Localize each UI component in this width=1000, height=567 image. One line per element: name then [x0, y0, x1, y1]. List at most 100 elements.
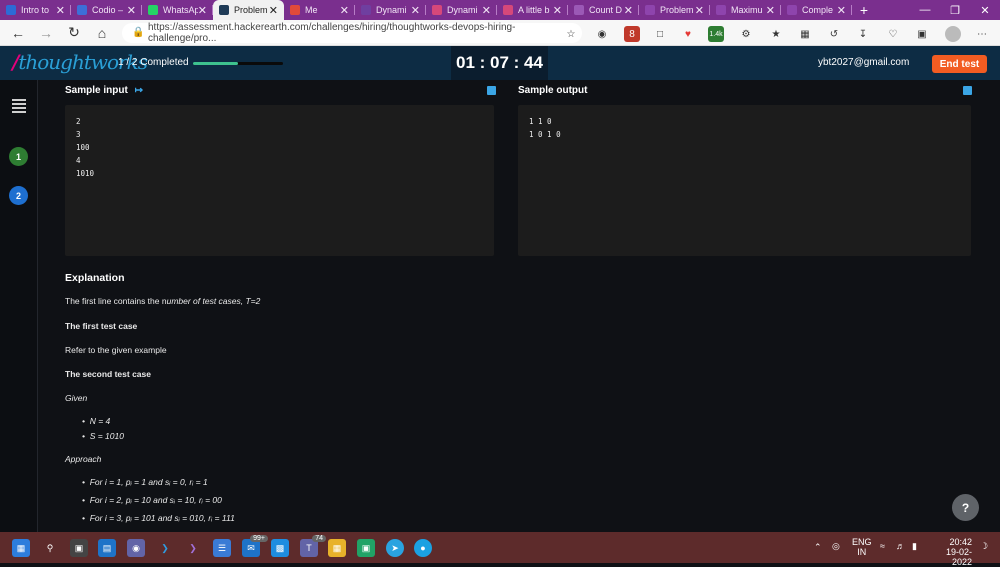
close-window-icon[interactable]: ✕	[970, 0, 1000, 20]
extension-badge-icon[interactable]: 1.4k	[708, 26, 724, 42]
tab-close-icon[interactable]: ✕	[56, 4, 65, 17]
question-2-button[interactable]: 2	[9, 186, 28, 205]
tab-close-icon[interactable]: ✕	[269, 4, 278, 17]
notepad-icon[interactable]: ☰	[213, 539, 231, 557]
tab-favicon-icon	[787, 5, 797, 15]
performance-icon[interactable]: ♡	[885, 26, 901, 42]
tray-chevron-icon[interactable]: ⌃	[814, 542, 822, 553]
copy-output-icon[interactable]	[963, 86, 972, 95]
first-case-description: Refer to the given example	[65, 345, 167, 355]
open-external-icon[interactable]: ↦	[135, 85, 143, 96]
tab-close-icon[interactable]: ✕	[837, 4, 846, 17]
tab-close-icon[interactable]: ✕	[340, 4, 349, 17]
volume-icon[interactable]: ♬	[896, 541, 905, 551]
tab-favicon-icon	[361, 5, 371, 15]
restore-icon[interactable]: ❐	[940, 0, 970, 20]
teams-icon[interactable]: T 74	[300, 535, 326, 557]
tab-close-icon[interactable]: ✕	[127, 4, 136, 17]
tab-title: Problem	[234, 5, 268, 15]
browser-tab[interactable]: Maximu ✕	[710, 0, 781, 20]
minimize-icon[interactable]: —	[910, 0, 940, 20]
browser-tab[interactable]: Count D ✕	[568, 0, 639, 20]
favorite-star-icon[interactable]: ☆	[563, 26, 579, 42]
progress-label: 1 / 2 Completed	[118, 57, 189, 68]
tab-close-icon[interactable]: ✕	[198, 4, 207, 17]
help-button[interactable]: ?	[952, 494, 979, 521]
tab-favicon-icon	[77, 5, 87, 15]
mail-icon[interactable]: ✉ 99+	[242, 535, 268, 557]
tab-favicon-icon	[6, 5, 16, 15]
browser-tab[interactable]: WhatsAp ✕	[142, 0, 213, 20]
reload-icon[interactable]: ↻	[60, 20, 88, 46]
shield-extension-icon[interactable]: ♥	[680, 26, 696, 42]
browser-tab[interactable]: Problem ✕	[213, 0, 284, 20]
tab-favicon-icon	[574, 5, 584, 15]
tab-close-icon[interactable]: ✕	[695, 4, 704, 17]
browser-tab[interactable]: Codio – ✕	[71, 0, 142, 20]
tab-close-icon[interactable]: ✕	[553, 4, 562, 17]
browser-tab[interactable]: Dynami ✕	[426, 0, 497, 20]
tab-title: Dynami	[376, 5, 407, 15]
lock-icon: 🔒	[132, 27, 145, 38]
edge-browser-icon[interactable]: ●	[414, 539, 432, 557]
widgets-icon[interactable]: ▤	[98, 539, 116, 557]
microphone-icon[interactable]: ◎	[832, 541, 840, 552]
search-icon[interactable]: ⚲	[41, 539, 59, 557]
pycharm-icon[interactable]: ▣	[357, 539, 375, 557]
url-field[interactable]: 🔒 https://assessment.hackerearth.com/cha…	[122, 22, 582, 44]
tab-close-icon[interactable]: ✕	[482, 4, 491, 17]
telegram-icon[interactable]: ➤	[386, 539, 404, 557]
browser-tab[interactable]: A little b ✕	[497, 0, 568, 20]
incognito-extension-icon[interactable]: ◉	[594, 26, 610, 42]
collections-icon[interactable]: ▦	[797, 26, 813, 42]
back-icon[interactable]: ←	[4, 20, 32, 46]
file-explorer-icon[interactable]: ▦	[328, 539, 346, 557]
more-menu-icon[interactable]: ⋯	[974, 26, 990, 42]
given-item-text: S = 1010	[89, 431, 124, 441]
pocket-extension-icon[interactable]: □	[652, 26, 668, 42]
first-case-heading: The first test case	[65, 321, 138, 331]
ublock-extension-icon[interactable]: 8	[624, 26, 640, 42]
favorites-icon[interactable]: ★	[768, 26, 784, 42]
home-icon[interactable]: ⌂	[88, 20, 116, 46]
browser-tab[interactable]: Problem ✕	[639, 0, 710, 20]
hamburger-menu-icon[interactable]	[12, 99, 26, 113]
sample-input-box: 2 3 100 4 1010	[65, 105, 494, 256]
visual-studio-icon[interactable]: ❯	[184, 539, 202, 557]
copy-input-icon[interactable]	[487, 86, 496, 95]
tab-close-icon[interactable]: ✕	[411, 4, 420, 17]
browser-tab[interactable]: Comple ✕	[781, 0, 852, 20]
history-icon[interactable]: ↺	[826, 26, 842, 42]
download-icon[interactable]: ↧	[855, 26, 871, 42]
end-test-button[interactable]: End test	[932, 55, 987, 73]
progress-bar	[193, 62, 283, 65]
question-1-button[interactable]: 1	[9, 147, 28, 166]
new-tab-button[interactable]: +	[852, 2, 876, 18]
wifi-icon[interactable]: ≈	[880, 541, 885, 551]
tab-close-icon[interactable]: ✕	[624, 4, 633, 17]
forward-icon[interactable]: →	[32, 20, 60, 46]
task-view-icon[interactable]: ▣	[70, 539, 88, 557]
profile-avatar-icon[interactable]	[945, 26, 961, 42]
language-indicator[interactable]: ENG IN	[852, 537, 872, 557]
browser-tab[interactable]: Dynami ✕	[355, 0, 426, 20]
store-icon[interactable]: ▩	[271, 539, 289, 557]
battery-icon[interactable]: ▮	[912, 541, 917, 552]
sample-output-line: 1 1 0	[529, 117, 552, 126]
windows-start-icon[interactable]: ▦	[12, 539, 30, 557]
given-item-text: N = 4	[89, 416, 111, 426]
sample-input-line: 2	[76, 117, 81, 126]
tab-favicon-icon	[716, 5, 726, 15]
browser-tab[interactable]: Me ✕	[284, 0, 355, 20]
extensions-puzzle-icon[interactable]: ⚙	[738, 26, 754, 42]
tab-title: A little b	[518, 5, 550, 15]
workspaces-icon[interactable]: ▣	[914, 26, 930, 42]
notifications-icon[interactable]: ☽	[980, 541, 988, 552]
tab-title: Comple	[802, 5, 834, 15]
teams-chat-icon[interactable]: ◉	[127, 539, 145, 557]
tab-close-icon[interactable]: ✕	[766, 4, 775, 17]
sample-output-line: 1 0 1 0	[529, 130, 561, 139]
vscode-icon[interactable]: ❯	[156, 539, 174, 557]
browser-tab[interactable]: Intro to ✕	[0, 0, 71, 20]
countdown-timer: 01 : 07 : 44	[451, 46, 548, 80]
